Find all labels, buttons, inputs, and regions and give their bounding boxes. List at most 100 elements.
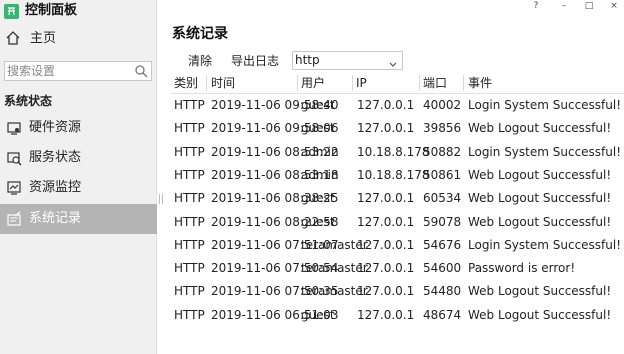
cell-user: guest: [301, 214, 335, 229]
filter-select-value: http: [295, 53, 320, 67]
sidebar-item-label: 系统记录: [29, 211, 82, 226]
cell-category: HTTP: [174, 98, 205, 112]
sidebar-item-service-status[interactable]: 服务状态: [0, 143, 157, 173]
app-title: 控制面板: [25, 3, 78, 18]
cell-ip: 127.0.0.1: [357, 214, 415, 229]
section-header-system-status: 系统状态: [4, 94, 53, 108]
page-title: 系统记录: [172, 26, 228, 42]
table-row[interactable]: HTTP 2019-11-06 07:50:35 teramaster 127.0.0…: [171, 280, 624, 303]
column-header-category[interactable]: 类别: [174, 75, 198, 91]
table-row[interactable]: HTTP 2019-11-06 09:58:40 guest 127.0.0.1 400…: [171, 94, 624, 117]
cell-category: HTTP: [174, 167, 205, 182]
column-header-time[interactable]: 时间: [211, 75, 235, 91]
column-divider[interactable]: [206, 75, 207, 91]
log-table: 类别 时间 用户 IP 端口 事件 HTTP 2019-11-06 09:58:4…: [171, 73, 624, 328]
sidebar-item-label: 主页: [30, 31, 57, 46]
cell-category: HTTP: [174, 237, 205, 252]
table-row[interactable]: HTTP 2019-11-06 08:38:25 guest 127.0.0.1 605…: [171, 187, 624, 210]
monitor-icon: [6, 180, 22, 199]
column-header-ip[interactable]: IP: [356, 75, 367, 91]
cell-event: Web Logout Successful!: [468, 214, 612, 229]
cell-category: HTTP: [174, 121, 205, 136]
category-filter-select[interactable]: http: [292, 51, 403, 70]
help-button[interactable]: ?: [526, 0, 546, 14]
column-divider[interactable]: [463, 75, 464, 91]
sidebar-item-label: 服务状态: [29, 150, 82, 165]
cell-port: 54600: [423, 261, 462, 276]
cell-category: HTTP: [174, 214, 205, 229]
column-divider[interactable]: [297, 75, 298, 91]
cell-event: Web Logout Successful!: [468, 307, 612, 322]
cell-ip: 127.0.0.1: [357, 284, 415, 299]
cell-ip: 10.18.8.178: [357, 144, 430, 159]
table-row[interactable]: HTTP 2019-11-06 09:58:06 guest 127.0.0.1 398…: [171, 117, 624, 140]
table-row[interactable]: HTTP 2019-11-06 08:22:58 guest 127.0.0.1 590…: [171, 211, 624, 234]
cell-event: Web Logout Successful!: [468, 167, 612, 182]
cell-ip: 127.0.0.1: [357, 121, 415, 136]
sidebar-item-label: 硬件资源: [29, 120, 82, 135]
chevron-down-icon: [389, 57, 397, 71]
table-row[interactable]: HTTP 2019-11-06 06:51:03 guest 127.0.0.1 486…: [171, 304, 624, 327]
search-icon[interactable]: [134, 64, 148, 81]
close-button[interactable]: ×: [604, 0, 624, 14]
cell-port: 60534: [423, 191, 462, 206]
sidebar-item-system-log[interactable]: 系统记录: [0, 204, 157, 234]
service-status-icon: [6, 150, 22, 169]
cell-ip: 127.0.0.1: [357, 191, 415, 206]
column-header-port[interactable]: 端口: [423, 75, 447, 91]
sidebar: 控制面板 主页 系统状态 硬件资源 服务状态 资源监控 系统记: [0, 0, 157, 354]
cell-user: guest: [301, 191, 335, 206]
cell-ip: 127.0.0.1: [357, 237, 415, 252]
cell-port: 50882: [423, 144, 462, 159]
cell-user: guest: [301, 98, 335, 112]
cell-port: 50861: [423, 167, 462, 182]
log-icon: [6, 211, 22, 230]
minimize-button[interactable]: –: [554, 0, 574, 14]
clear-button[interactable]: 清除: [188, 52, 212, 70]
table-row[interactable]: HTTP 2019-11-06 07:51:07 teramaster 127.0.0…: [171, 234, 624, 257]
sidebar-item-home[interactable]: 主页: [0, 27, 157, 51]
home-icon: [5, 30, 21, 49]
cell-port: 54676: [423, 237, 462, 252]
cell-event: Login System Successful!: [468, 144, 622, 159]
sidebar-splitter-handle[interactable]: [159, 194, 163, 204]
search-box[interactable]: [4, 61, 152, 81]
cell-user: guest: [301, 121, 335, 136]
table-row[interactable]: HTTP 2019-11-06 08:53:22 admin 10.18.8.178 5…: [171, 141, 624, 164]
table-row[interactable]: HTTP 2019-11-06 07:50:54 teramaster 127.0.0…: [171, 257, 624, 280]
app-logo-icon: [4, 4, 19, 19]
cell-port: 59078: [423, 214, 462, 229]
cell-ip: 10.18.8.178: [357, 167, 430, 182]
cell-event: Password is error!: [468, 261, 576, 276]
column-divider[interactable]: [419, 75, 420, 91]
cell-port: 54480: [423, 284, 462, 299]
hardware-icon: [6, 120, 22, 139]
column-divider[interactable]: [352, 75, 353, 91]
cell-ip: 127.0.0.1: [357, 261, 415, 276]
table-row[interactable]: HTTP 2019-11-06 08:53:18 admin 10.18.8.178 5…: [171, 164, 624, 187]
cell-event: Login System Successful!: [468, 98, 622, 112]
cell-user: admin: [301, 144, 339, 159]
cell-ip: 127.0.0.1: [357, 307, 415, 322]
column-header-user[interactable]: 用户: [301, 75, 325, 91]
cell-user: guest: [301, 307, 335, 322]
search-input[interactable]: [7, 63, 127, 79]
sidebar-item-hardware[interactable]: 硬件资源: [0, 113, 157, 143]
cell-port: 48674: [423, 307, 462, 322]
table-header: 类别 时间 用户 IP 端口 事件: [171, 73, 624, 94]
window-controls: ? – □ ×: [514, 0, 624, 14]
cell-event: Web Logout Successful!: [468, 121, 612, 136]
cell-port: 40002: [423, 98, 462, 112]
cell-category: HTTP: [174, 261, 205, 276]
sidebar-item-label: 资源监控: [29, 180, 82, 195]
export-log-button[interactable]: 导出日志: [231, 52, 279, 70]
cell-category: HTTP: [174, 284, 205, 299]
cell-event: Web Logout Successful!: [468, 284, 612, 299]
cell-category: HTTP: [174, 307, 205, 322]
cell-event: Login System Successful!: [468, 237, 622, 252]
column-header-event[interactable]: 事件: [468, 75, 492, 91]
cell-category: HTTP: [174, 191, 205, 206]
cell-ip: 127.0.0.1: [357, 98, 415, 112]
maximize-button[interactable]: □: [579, 0, 599, 14]
sidebar-item-resource-monitor[interactable]: 资源监控: [0, 173, 157, 203]
